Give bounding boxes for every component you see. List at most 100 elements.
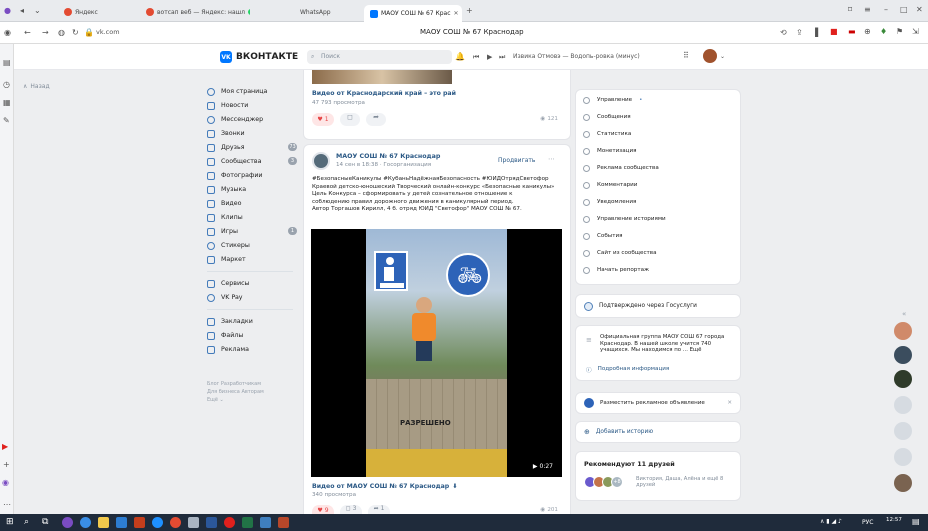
close-icon[interactable]: ✕ — [454, 10, 459, 17]
app-icon[interactable] — [260, 517, 271, 528]
add-panel-icon[interactable]: + — [3, 460, 10, 470]
comment-button[interactable]: ◻ — [340, 113, 360, 126]
more-icon[interactable]: ⋯ — [548, 155, 555, 163]
tab-back-icon[interactable]: ◂ — [20, 6, 24, 16]
search-icon[interactable]: ⌕ — [24, 517, 29, 527]
post-video[interactable]: 🚲︎ РАЗРЕШЕНО ▶ 0:27 — [311, 229, 562, 477]
translate-icon[interactable]: ⟲ — [780, 28, 787, 38]
alice-icon[interactable]: ◉ — [2, 478, 9, 488]
yandex-app-icon[interactable] — [170, 517, 181, 528]
menu-item-music[interactable]: Музыка — [207, 184, 297, 195]
edge-app-icon[interactable] — [80, 517, 91, 528]
story-avatar[interactable] — [894, 322, 912, 340]
notifications-icon[interactable]: 🔔 — [455, 52, 465, 62]
manage-item-live[interactable]: Начать репортаж — [583, 264, 649, 276]
profile-icon[interactable]: ● — [4, 6, 11, 16]
menu-item-ads[interactable]: Реклама — [207, 344, 297, 355]
prev-track-icon[interactable]: ⏮ — [473, 52, 479, 62]
story-avatar[interactable] — [894, 370, 912, 388]
tray-icons[interactable]: ∧ ▮ ◢ ♪ — [820, 518, 842, 525]
office-app-icon[interactable] — [134, 517, 145, 528]
collapse-icon[interactable]: « — [902, 310, 906, 318]
menu-item-vkpay[interactable]: VK Pay — [207, 292, 297, 303]
menu-item-bookmarks[interactable]: Закладки — [207, 316, 297, 327]
menu-item-games[interactable]: Игры 1 — [207, 226, 297, 237]
language-indicator[interactable]: РУС — [862, 519, 873, 526]
tab-whatsapp[interactable]: WhatsApp — [294, 4, 364, 20]
ext-icon[interactable]: ⊕ — [864, 27, 871, 37]
manage-item-notifications[interactable]: Уведомления — [583, 196, 636, 208]
verified-card[interactable]: Подтверждено через Госуслуги — [575, 294, 741, 318]
menu-item-stickers[interactable]: Стикеры — [207, 240, 297, 251]
ext2-icon[interactable]: ♦ — [880, 27, 887, 37]
stories-card[interactable]: ⊕ Добавить историю — [575, 421, 741, 443]
manage-item-comments[interactable]: Комментарии — [583, 179, 637, 191]
share-icon[interactable]: ⇪ — [796, 28, 803, 38]
tab-menu-icon[interactable]: ⌄ — [34, 6, 41, 16]
download-icon[interactable]: ▬ — [848, 27, 856, 37]
protect-icon[interactable]: ◍ — [58, 28, 65, 38]
forward-icon[interactable]: → — [42, 28, 49, 38]
menu-item-clips[interactable]: Клипы — [207, 212, 297, 223]
menu-item-communities[interactable]: Сообщества 3 — [207, 156, 297, 167]
group-avatar[interactable] — [312, 152, 330, 170]
close-icon[interactable]: ✕ — [727, 400, 732, 406]
post-author[interactable]: МАОУ СОШ № 67 Краснодар — [336, 153, 440, 160]
post-video-title[interactable]: Видео от МАОУ СОШ № 67 Краснодар ⬇ — [312, 483, 457, 490]
menu-item-files[interactable]: Файлы — [207, 330, 297, 341]
more-icon[interactable]: ⋯ — [3, 500, 11, 510]
chevron-down-icon[interactable]: ⌄ — [720, 52, 725, 62]
alice-app-icon[interactable] — [62, 517, 73, 528]
manage-item-ads[interactable]: Реклама сообщества — [583, 162, 659, 174]
powerpoint-app-icon[interactable] — [278, 517, 289, 528]
menu-item-calls[interactable]: Звонки — [207, 128, 297, 139]
tab-yandex[interactable]: Яндекс — [58, 4, 128, 20]
ad-card[interactable]: Разместить рекламное объявление ✕ — [575, 392, 741, 414]
yandex-browser-app-icon[interactable] — [224, 517, 235, 528]
like-button[interactable]: ♥ 1 — [312, 113, 334, 126]
manage-item-monetization[interactable]: Монетизация — [583, 145, 636, 157]
app-icon[interactable] — [152, 517, 163, 528]
menu-item-video[interactable]: Видео — [207, 198, 297, 209]
promote-button[interactable]: Продвигать — [498, 157, 535, 164]
store-app-icon[interactable] — [116, 517, 127, 528]
youtube-icon[interactable]: ▶ — [2, 442, 8, 452]
menu-item-my-page[interactable]: Моя страница — [207, 86, 297, 97]
download-arrow-icon[interactable]: ⬇ — [452, 483, 457, 490]
vk-logo[interactable]: VK ВКОНТАКТЕ — [220, 51, 298, 63]
windows-start-icon[interactable]: ⊞ — [6, 517, 14, 527]
history-icon[interactable]: ◷ — [3, 80, 10, 90]
prev-video-thumbnail[interactable] — [312, 70, 452, 84]
url-text[interactable]: vk.com — [96, 28, 120, 36]
bookmark-icon[interactable]: ⌑ — [848, 5, 852, 15]
yandex-ext-icon[interactable]: ■ — [830, 27, 838, 37]
search-input[interactable]: ⌕ Поиск — [307, 50, 452, 64]
menu-item-services[interactable]: Сервисы — [207, 278, 297, 289]
panel-icon[interactable]: ▤ — [3, 58, 11, 68]
next-track-icon[interactable]: ⏭ — [499, 52, 505, 62]
menu-icon[interactable]: ≡ — [864, 5, 871, 15]
player-track[interactable]: Извика Отмовэ — Водопь-ровка (минус) — [513, 53, 640, 60]
yandex-button-icon[interactable]: ◉ — [4, 28, 11, 38]
ext4-icon[interactable]: ⇲ — [912, 27, 919, 37]
manage-item-stories[interactable]: Управление историями — [583, 213, 666, 225]
new-tab-icon[interactable]: + — [466, 6, 473, 16]
prev-video-title[interactable]: Видео от Краснодарский край – это рай — [312, 90, 456, 97]
friends-avatars[interactable]: +8 — [584, 476, 623, 488]
menu-item-photos[interactable]: Фотографии — [207, 170, 297, 181]
menu-item-market[interactable]: Маркет — [207, 254, 297, 265]
ext3-icon[interactable]: ⚑ — [896, 27, 903, 37]
manage-item-stats[interactable]: Статистика — [583, 128, 631, 140]
manage-item-management[interactable]: Управление • — [583, 94, 642, 106]
excel-app-icon[interactable] — [242, 517, 253, 528]
share-button[interactable]: ➦ — [366, 113, 386, 126]
about-more-link[interactable]: ⓘ Подробная информация — [586, 366, 669, 374]
tab-search[interactable]: вотсап веб — Яндекс: нашл — [140, 4, 250, 20]
menu-item-messenger[interactable]: Мессенджер — [207, 114, 297, 125]
story-avatar[interactable] — [894, 422, 912, 440]
story-avatar[interactable] — [894, 474, 912, 492]
reload-icon[interactable]: ↻ — [72, 28, 79, 38]
tab-vk[interactable]: МАОУ СОШ № 67 Крас ✕ — [364, 5, 462, 22]
maximize-icon[interactable]: □ — [900, 5, 908, 15]
clock[interactable]: 12:57 — [886, 517, 902, 523]
